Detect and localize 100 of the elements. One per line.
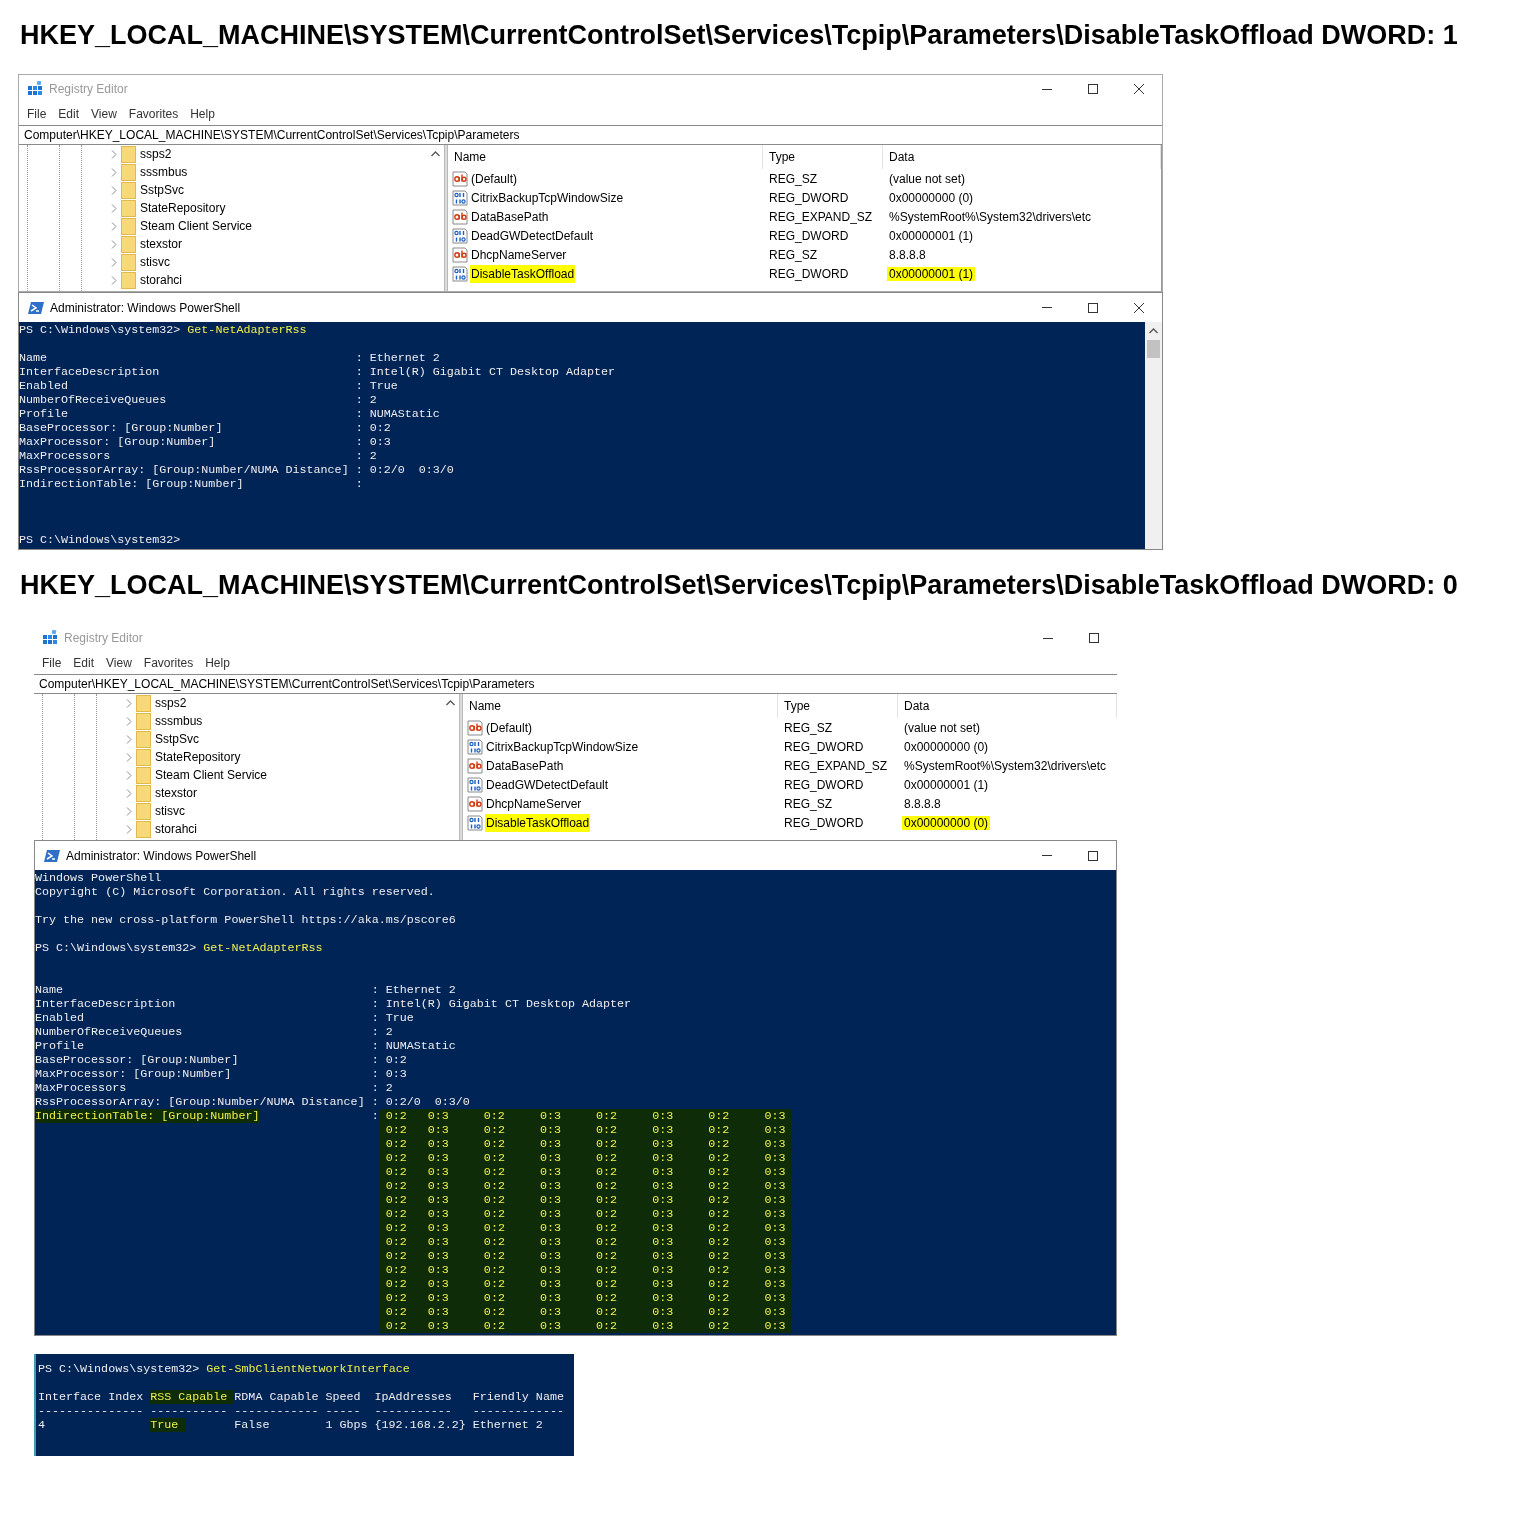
value-name[interactable]: CitrixBackupTcpWindowSize <box>485 737 640 756</box>
console-text: Copyright (C) Microsoft Corporation. All rights reserved. <box>35 885 436 899</box>
tree-item[interactable]: stisvc <box>155 802 185 820</box>
menu-item[interactable]: Help <box>184 105 221 123</box>
address-bar[interactable]: Computer\HKEY_LOCAL_MACHINE\SYSTEM\CurrentControlSet\Services\Tcpip\Parameters <box>19 125 1162 145</box>
chevron-right-icon[interactable] <box>111 275 117 285</box>
property-label: MaxProcessor: [Group:Number] <box>35 1067 232 1081</box>
menu-item[interactable]: View <box>100 654 138 672</box>
colon-separator: : <box>371 1095 380 1109</box>
address-bar[interactable]: Computer\HKEY_LOCAL_MACHINE\SYSTEM\CurrentControlSet\Services\Tcpip\Parameters <box>34 674 1117 694</box>
tree-item[interactable]: StateRepository <box>140 199 226 217</box>
column-header: RDMA Capable <box>234 1390 319 1404</box>
minimize-icon[interactable] <box>1042 88 1052 90</box>
menu-item[interactable]: Favorites <box>137 654 200 672</box>
maximize-icon[interactable] <box>1088 302 1098 313</box>
chevron-right-icon[interactable] <box>111 257 117 267</box>
property-label: MaxProcessors <box>35 1081 127 1095</box>
column-header[interactable]: Type <box>763 145 883 169</box>
chevron-right-icon[interactable] <box>111 221 117 231</box>
minimize-icon[interactable] <box>1043 637 1053 639</box>
tree-item[interactable]: stexstor <box>155 784 197 802</box>
value-data: 0x00000000 (0) <box>903 739 990 754</box>
column-header[interactable]: Data <box>883 145 1161 169</box>
column-header[interactable]: Type <box>778 694 898 718</box>
value-name[interactable]: (Default) <box>485 718 533 737</box>
value-name[interactable]: DeadGWDetectDefault <box>470 226 595 245</box>
close-icon[interactable] <box>1134 302 1144 313</box>
tree-item[interactable]: stisvc <box>140 253 170 271</box>
window-title: Administrator: Windows PowerShell <box>50 299 241 317</box>
tree-item[interactable]: ssps2 <box>140 145 172 163</box>
chevron-right-icon[interactable] <box>126 698 132 708</box>
value-name[interactable]: DhcpNameServer <box>470 245 568 264</box>
tree-item[interactable]: sssmbus <box>155 712 203 730</box>
menu-item[interactable]: Help <box>199 654 236 672</box>
tree-item[interactable]: storahci <box>155 820 198 838</box>
column-header[interactable]: Name <box>448 145 763 169</box>
value-data: 0x00000000 (0) <box>902 815 991 830</box>
tree-item[interactable]: StateRepository <box>155 748 241 766</box>
binary-digits-icon <box>467 738 483 755</box>
property-value: Ethernet 2 <box>385 983 456 997</box>
property-label: IndirectionTable: [Group:Number] <box>19 477 244 491</box>
menu-item[interactable]: Favorites <box>122 105 185 123</box>
property-value: 2 <box>369 449 377 463</box>
chevron-right-icon[interactable] <box>126 734 132 744</box>
scroll-up-icon[interactable] <box>446 700 455 706</box>
value-name[interactable]: DataBasePath <box>485 756 565 775</box>
property-label: RssProcessorArray: [Group:Number/NUMA Distance] <box>35 1095 365 1109</box>
chevron-right-icon[interactable] <box>126 770 132 780</box>
colon-separator: : <box>371 1081 380 1095</box>
column-header: Speed <box>325 1390 361 1404</box>
property-value: 2 <box>385 1025 393 1039</box>
close-icon[interactable] <box>1134 84 1144 94</box>
chevron-right-icon[interactable] <box>126 716 132 726</box>
column-rule: ------------- <box>472 1404 564 1418</box>
tree-item[interactable]: ssps2 <box>155 694 187 712</box>
scroll-up-icon[interactable] <box>431 151 440 157</box>
column-header[interactable]: Data <box>898 694 1117 718</box>
maximize-icon[interactable] <box>1089 633 1099 643</box>
column-header[interactable]: Name <box>463 694 778 718</box>
value-name[interactable]: DisableTaskOffload <box>470 264 576 283</box>
menu-item[interactable]: File <box>36 654 68 672</box>
maximize-icon[interactable] <box>1088 850 1098 861</box>
chevron-right-icon[interactable] <box>111 203 117 213</box>
value-name[interactable]: CitrixBackupTcpWindowSize <box>470 188 625 207</box>
tree-item[interactable]: SstpSvc <box>140 181 184 199</box>
tree-item[interactable]: Steam Client Service <box>140 217 253 235</box>
scroll-up-icon[interactable] <box>1149 328 1158 334</box>
chevron-right-icon[interactable] <box>126 824 132 834</box>
value-name[interactable]: DeadGWDetectDefault <box>485 775 610 794</box>
chevron-right-icon[interactable] <box>126 752 132 762</box>
chevron-right-icon[interactable] <box>126 788 132 798</box>
tree-item[interactable]: storahci <box>140 271 183 289</box>
table-row-text: 0:2 0:3 0:2 0:3 0:2 0:3 0:2 0:3 <box>378 1221 793 1235</box>
folder-icon <box>136 820 151 838</box>
value-name[interactable]: DhcpNameServer <box>485 794 583 813</box>
chevron-right-icon[interactable] <box>111 239 117 249</box>
chevron-right-icon[interactable] <box>126 806 132 816</box>
value-name[interactable]: DataBasePath <box>470 207 550 226</box>
tree-item[interactable]: SstpSvc <box>155 730 199 748</box>
chevron-right-icon[interactable] <box>111 167 117 177</box>
maximize-icon[interactable] <box>1088 84 1098 94</box>
tree-item[interactable]: Steam Client Service <box>155 766 268 784</box>
menu-item[interactable]: File <box>21 105 53 123</box>
menu-item[interactable]: Edit <box>67 654 101 672</box>
value-name[interactable]: DisableTaskOffload <box>485 813 591 832</box>
chevron-right-icon[interactable] <box>111 149 117 159</box>
chevron-right-icon[interactable] <box>111 185 117 195</box>
menu-item[interactable]: Edit <box>52 105 86 123</box>
menu-item[interactable]: View <box>85 105 123 123</box>
command-text: Get-NetAdapterRss <box>187 323 307 337</box>
colon-separator: : <box>371 1025 380 1039</box>
binary-digits-icon <box>467 814 483 831</box>
tree-item[interactable]: stexstor <box>140 235 182 253</box>
property-value: Intel(R) Gigabit CT Desktop Adapter <box>385 997 632 1011</box>
colon-separator: : <box>371 1039 380 1053</box>
tree-item[interactable]: sssmbus <box>140 163 188 181</box>
value-data: (value not set) <box>888 171 967 186</box>
value-name[interactable]: (Default) <box>470 169 518 188</box>
scrollbar-thumb[interactable] <box>1147 340 1160 358</box>
text-value-icon <box>452 170 468 187</box>
